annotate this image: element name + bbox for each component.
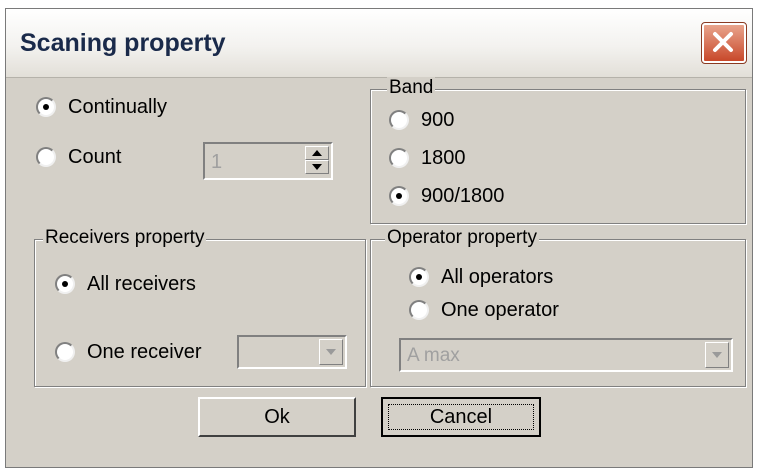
count-spinner[interactable]: 1: [203, 142, 333, 180]
band-legend: Band: [387, 77, 436, 99]
spin-down-button[interactable]: [305, 160, 329, 174]
cancel-button[interactable]: Cancel: [381, 397, 541, 437]
operator-select[interactable]: A max: [399, 338, 733, 372]
all-receivers-radio[interactable]: [55, 274, 75, 294]
band-900-radio[interactable]: [389, 110, 409, 130]
spin-up-button[interactable]: [305, 146, 329, 160]
band-1800-label: 1800: [421, 146, 466, 169]
one-operator-label: One operator: [441, 298, 559, 321]
receiver-dropdown-button[interactable]: [319, 339, 343, 365]
receivers-legend: Receivers property: [43, 227, 207, 249]
one-operator-option[interactable]: One operator: [409, 296, 559, 324]
band-900-1800-label: 900/1800: [421, 184, 505, 207]
operator-legend: Operator property: [385, 227, 539, 249]
focus-outline: [388, 404, 534, 430]
arrow-up-icon: [312, 150, 322, 156]
band-option-900[interactable]: 900: [389, 106, 454, 134]
arrow-down-icon: [312, 164, 322, 170]
band-group: Band 900 1800 900/1800: [370, 77, 746, 224]
ok-button[interactable]: Ok: [198, 397, 356, 437]
one-receiver-radio[interactable]: [55, 342, 75, 362]
continually-radio[interactable]: [36, 97, 56, 117]
title-bar[interactable]: Scaning property: [6, 9, 752, 78]
band-option-900-1800[interactable]: 900/1800: [389, 182, 504, 210]
receiver-select[interactable]: [237, 335, 347, 369]
operator-property-group: Operator property All operators One oper…: [370, 227, 746, 387]
all-receivers-option[interactable]: All receivers: [55, 270, 196, 298]
band-option-1800[interactable]: 1800: [389, 144, 466, 172]
chevron-down-icon: [712, 352, 722, 358]
continually-option[interactable]: Continually: [36, 93, 167, 121]
band-900-1800-radio[interactable]: [389, 186, 409, 206]
all-operators-option[interactable]: All operators: [409, 263, 553, 291]
one-operator-radio[interactable]: [409, 300, 429, 320]
ok-button-label: Ok: [264, 405, 290, 428]
close-icon: [713, 32, 733, 52]
one-receiver-option[interactable]: One receiver: [55, 338, 202, 366]
dialog-title: Scaning property: [20, 29, 226, 57]
count-option[interactable]: Count: [36, 143, 121, 171]
count-label: Count: [68, 145, 122, 168]
band-1800-radio[interactable]: [389, 148, 409, 168]
count-radio[interactable]: [36, 147, 56, 167]
continually-label: Continually: [68, 95, 167, 118]
band-900-label: 900: [421, 108, 455, 131]
operator-dropdown-button[interactable]: [705, 342, 729, 368]
count-value: 1: [211, 151, 223, 173]
receivers-property-group: Receivers property All receivers One rec…: [34, 227, 366, 387]
all-operators-radio[interactable]: [409, 267, 429, 287]
all-operators-label: All operators: [441, 265, 554, 288]
chevron-down-icon: [326, 349, 336, 355]
scanning-property-dialog: Scaning property Continually Count 1 Ban…: [5, 8, 753, 468]
one-receiver-label: One receiver: [87, 340, 202, 363]
all-receivers-label: All receivers: [87, 272, 196, 295]
close-button[interactable]: [701, 22, 747, 64]
operator-select-value: A max: [407, 345, 460, 366]
